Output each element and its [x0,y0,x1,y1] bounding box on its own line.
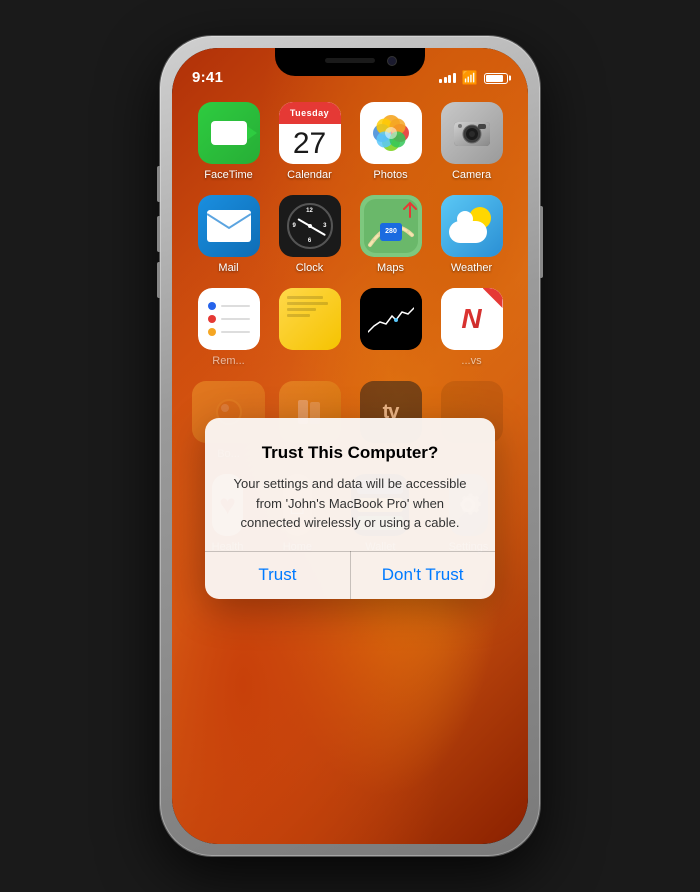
notch [275,48,425,76]
app-label-clock: Clock [296,262,324,274]
status-icons: 📶 [439,70,508,86]
alert-title: Trust This Computer? [225,442,475,464]
app-label-news: ...vs [461,355,481,367]
alert-message: Your settings and data will be accessibl… [225,474,475,533]
notch-speaker [325,58,375,63]
status-time: 9:41 [192,69,223,86]
notch-camera [387,56,397,66]
alert-content: Trust This Computer? Your settings and d… [205,418,495,551]
app-item-clock[interactable]: 12 3 6 9 Clock [273,195,346,274]
app-item-stocks[interactable] [354,288,427,367]
battery-icon [484,73,508,84]
phone-frame: 9:41 📶 [160,36,540,856]
app-label-calendar: Calendar [287,169,332,181]
screen: 9:41 📶 [172,48,528,844]
app-item-photos[interactable]: Photos [354,102,427,181]
app-label-photos: Photos [373,169,407,181]
calendar-weekday: Tuesday [279,102,341,124]
alert-overlay: Trust This Computer? Your settings and d… [172,398,528,619]
app-item-calendar[interactable]: Tuesday 27 Calendar [273,102,346,181]
app-label-mail: Mail [218,262,238,274]
app-label-maps: Maps [377,262,404,274]
alert-buttons: Trust Don't Trust [205,551,495,599]
signal-icon [439,73,456,83]
app-label-facetime: FaceTime [204,169,253,181]
trust-button[interactable]: Trust [205,551,350,599]
calendar-day: 27 [293,129,326,159]
app-item-maps[interactable]: 280 Maps [354,195,427,274]
app-item-weather[interactable]: Weather [435,195,508,274]
app-item-reminders[interactable]: Rem... [192,288,265,367]
app-item-mail[interactable]: Mail [192,195,265,274]
app-label-reminders: Rem... [212,355,244,367]
wifi-icon: 📶 [462,70,478,86]
alert-dialog: Trust This Computer? Your settings and d… [205,418,495,599]
app-item-facetime[interactable]: FaceTime [192,102,265,181]
app-item-news[interactable]: N ...vs [435,288,508,367]
svg-text:280: 280 [385,228,397,235]
dont-trust-button[interactable]: Don't Trust [350,551,495,599]
app-label-weather: Weather [451,262,492,274]
app-label-camera: Camera [452,169,491,181]
app-item-camera[interactable]: Camera [435,102,508,181]
phone-screen: 9:41 📶 [172,48,528,844]
app-item-notes[interactable] [273,288,346,367]
